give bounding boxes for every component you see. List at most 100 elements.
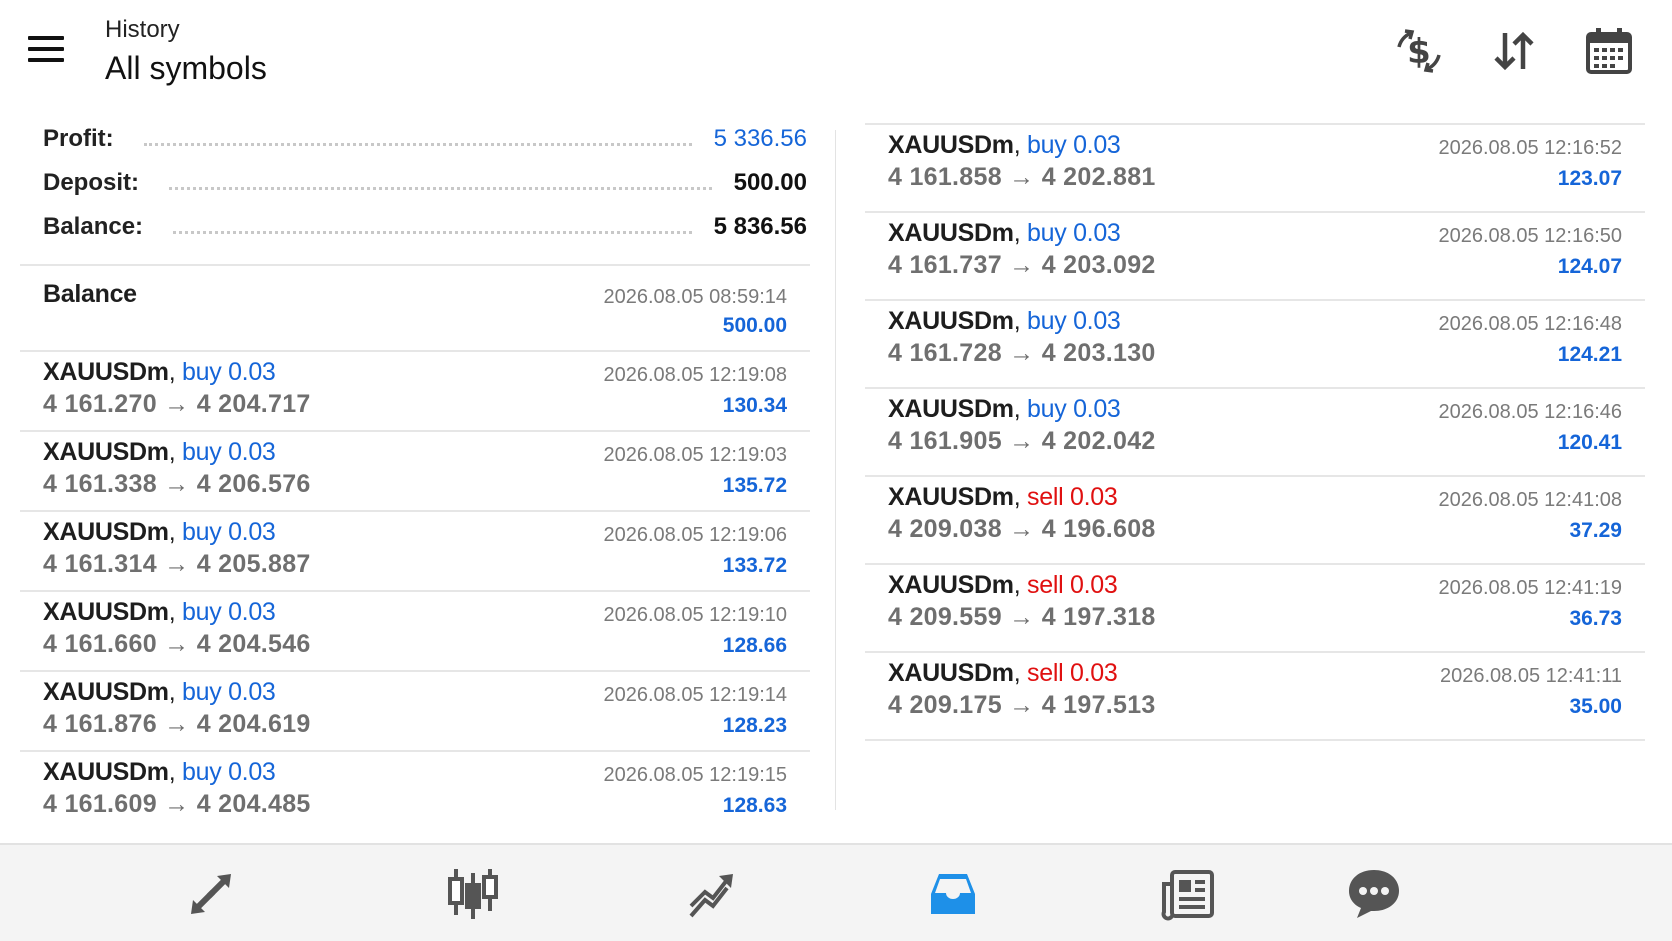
calendar-icon[interactable] [1580, 22, 1638, 80]
menu-icon[interactable] [22, 30, 70, 70]
deal-title: XAUUSDm, buy 0.03 [888, 395, 1121, 424]
deal-time: 2026.08.05 12:19:08 [603, 364, 787, 386]
deal-title: XAUUSDm, buy 0.03 [43, 598, 276, 627]
deal-title: XAUUSDm, sell 0.03 [888, 483, 1118, 512]
deal-side: buy 0.03 [182, 518, 276, 546]
history-icon[interactable] [922, 863, 984, 925]
deal-row[interactable]: XAUUSDm, buy 0.03 4 161.876 → 4 204.619 20… [20, 672, 810, 752]
deal-side: buy 0.03 [182, 598, 276, 626]
deal-separator: , [168, 438, 176, 466]
balance-label: Balance: [43, 213, 144, 240]
column-divider [835, 130, 836, 810]
deal-row[interactable]: XAUUSDm, buy 0.03 4 161.737 → 4 203.092 20… [865, 213, 1645, 301]
deal-side: sell 0.03 [1027, 571, 1118, 599]
deal-title: XAUUSDm, sell 0.03 [888, 571, 1118, 600]
deal-separator: , [1013, 307, 1021, 335]
deal-symbol: XAUUSDm [888, 219, 1014, 247]
profit-row: Profit: 5 336.56 [43, 119, 807, 159]
deal-prices: 4 161.338 → 4 206.576 [43, 470, 311, 498]
row-divider [865, 739, 1645, 741]
deal-profit: 133.72 [722, 554, 787, 577]
row-divider [865, 299, 1645, 301]
balance-entry-title: Balance [43, 280, 137, 309]
deal-profit: 128.66 [722, 634, 787, 657]
balance-entry-time: 2026.08.05 08:59:14 [603, 286, 787, 308]
deposit-value: 500.00 [733, 169, 807, 196]
deal-separator: , [168, 758, 176, 786]
row-divider [20, 750, 810, 752]
top-bar: History All symbols $ [0, 0, 1672, 110]
deal-row[interactable]: XAUUSDm, buy 0.03 4 161.609 → 4 204.485 20… [20, 752, 810, 832]
balance-entry[interactable]: Balance 2026.08.05 08:59:14 500.00 [20, 266, 810, 350]
chart-icon[interactable] [442, 863, 504, 925]
deal-side: sell 0.03 [1027, 483, 1118, 511]
deal-row[interactable]: XAUUSDm, sell 0.03 4 209.175 → 4 197.513 2… [865, 653, 1645, 741]
deal-prices: 4 161.737 → 4 203.092 [888, 251, 1156, 279]
deal-title: XAUUSDm, buy 0.03 [888, 307, 1121, 336]
row-divider [865, 211, 1645, 213]
dollar-exchange-icon[interactable]: $ [1390, 22, 1448, 80]
row-divider [865, 123, 1645, 125]
sort-icon[interactable] [1485, 22, 1543, 80]
row-divider [20, 590, 810, 592]
deal-separator: , [1013, 659, 1021, 687]
deal-time: 2026.08.05 12:41:19 [1438, 577, 1622, 599]
deal-symbol: XAUUSDm [888, 483, 1014, 511]
profit-label: Profit: [43, 125, 114, 152]
deal-time: 2026.08.05 12:19:10 [603, 604, 787, 626]
deal-row[interactable]: XAUUSDm, buy 0.03 4 161.858 → 4 202.881 20… [865, 125, 1645, 213]
deal-title: XAUUSDm, buy 0.03 [43, 678, 276, 707]
balance-entry-label: Balance [43, 280, 137, 308]
deal-row[interactable]: XAUUSDm, buy 0.03 4 161.660 → 4 204.546 20… [20, 592, 810, 672]
deal-row[interactable]: XAUUSDm, sell 0.03 4 209.559 → 4 197.318 2… [865, 565, 1645, 653]
row-divider [20, 670, 810, 672]
deal-prices: 4 209.559 → 4 197.318 [888, 603, 1156, 631]
deposit-row: Deposit: 500.00 [43, 163, 807, 203]
deal-profit: 135.72 [722, 474, 787, 497]
deal-time: 2026.08.05 12:19:14 [603, 684, 787, 706]
deal-row[interactable]: XAUUSDm, buy 0.03 4 161.270 → 4 204.717 20… [20, 352, 810, 432]
deal-title: XAUUSDm, sell 0.03 [888, 659, 1118, 688]
deal-row[interactable]: XAUUSDm, sell 0.03 4 209.038 → 4 196.608 2… [865, 477, 1645, 565]
deal-time: 2026.08.05 12:16:46 [1438, 401, 1622, 423]
deal-side: sell 0.03 [1027, 659, 1118, 687]
deal-profit: 128.23 [722, 714, 787, 737]
deal-profit: 120.41 [1557, 431, 1622, 454]
deal-title: XAUUSDm, buy 0.03 [888, 219, 1121, 248]
deal-profit: 128.63 [722, 794, 787, 817]
deal-profit: 35.00 [1569, 695, 1622, 718]
profit-value: 5 336.56 [713, 125, 807, 152]
deal-prices: 4 161.660 → 4 204.546 [43, 630, 311, 658]
row-divider [20, 350, 810, 352]
quotes-icon[interactable] [180, 863, 242, 925]
deal-separator: , [168, 678, 176, 706]
deal-time: 2026.08.05 12:19:06 [603, 524, 787, 546]
deal-side: buy 0.03 [1027, 307, 1121, 335]
deal-symbol: XAUUSDm [888, 395, 1014, 423]
deal-profit: 37.29 [1569, 519, 1622, 542]
deposit-label: Deposit: [43, 169, 139, 196]
news-icon[interactable] [1157, 863, 1219, 925]
deal-row[interactable]: XAUUSDm, buy 0.03 4 161.338 → 4 206.576 20… [20, 432, 810, 512]
deal-side: buy 0.03 [1027, 131, 1121, 159]
page-title[interactable]: All symbols [105, 50, 267, 87]
trade-icon[interactable] [680, 863, 742, 925]
balance-row: Balance: 5 836.56 [43, 207, 807, 247]
deal-time: 2026.08.05 12:16:48 [1438, 313, 1622, 335]
deal-prices: 4 161.905 → 4 202.042 [888, 427, 1156, 455]
deal-title: XAUUSDm, buy 0.03 [888, 131, 1121, 160]
deal-symbol: XAUUSDm [43, 758, 169, 786]
row-divider [20, 430, 810, 432]
deal-title: XAUUSDm, buy 0.03 [43, 358, 276, 387]
balance-entry-amount: 500.00 [722, 314, 787, 337]
deal-side: buy 0.03 [1027, 395, 1121, 423]
deal-time: 2026.08.05 12:19:03 [603, 444, 787, 466]
deal-profit: 36.73 [1569, 607, 1622, 630]
deal-row[interactable]: XAUUSDm, buy 0.03 4 161.905 → 4 202.042 20… [865, 389, 1645, 477]
summary-panel: Profit: 5 336.56 Deposit: 500.00 Balance… [20, 115, 810, 265]
deal-prices: 4 161.876 → 4 204.619 [43, 710, 311, 738]
chat-icon[interactable] [1343, 863, 1405, 925]
deal-row[interactable]: XAUUSDm, buy 0.03 4 161.728 → 4 203.130 20… [865, 301, 1645, 389]
deal-title: XAUUSDm, buy 0.03 [43, 438, 276, 467]
deal-row[interactable]: XAUUSDm, buy 0.03 4 161.314 → 4 205.887 20… [20, 512, 810, 592]
